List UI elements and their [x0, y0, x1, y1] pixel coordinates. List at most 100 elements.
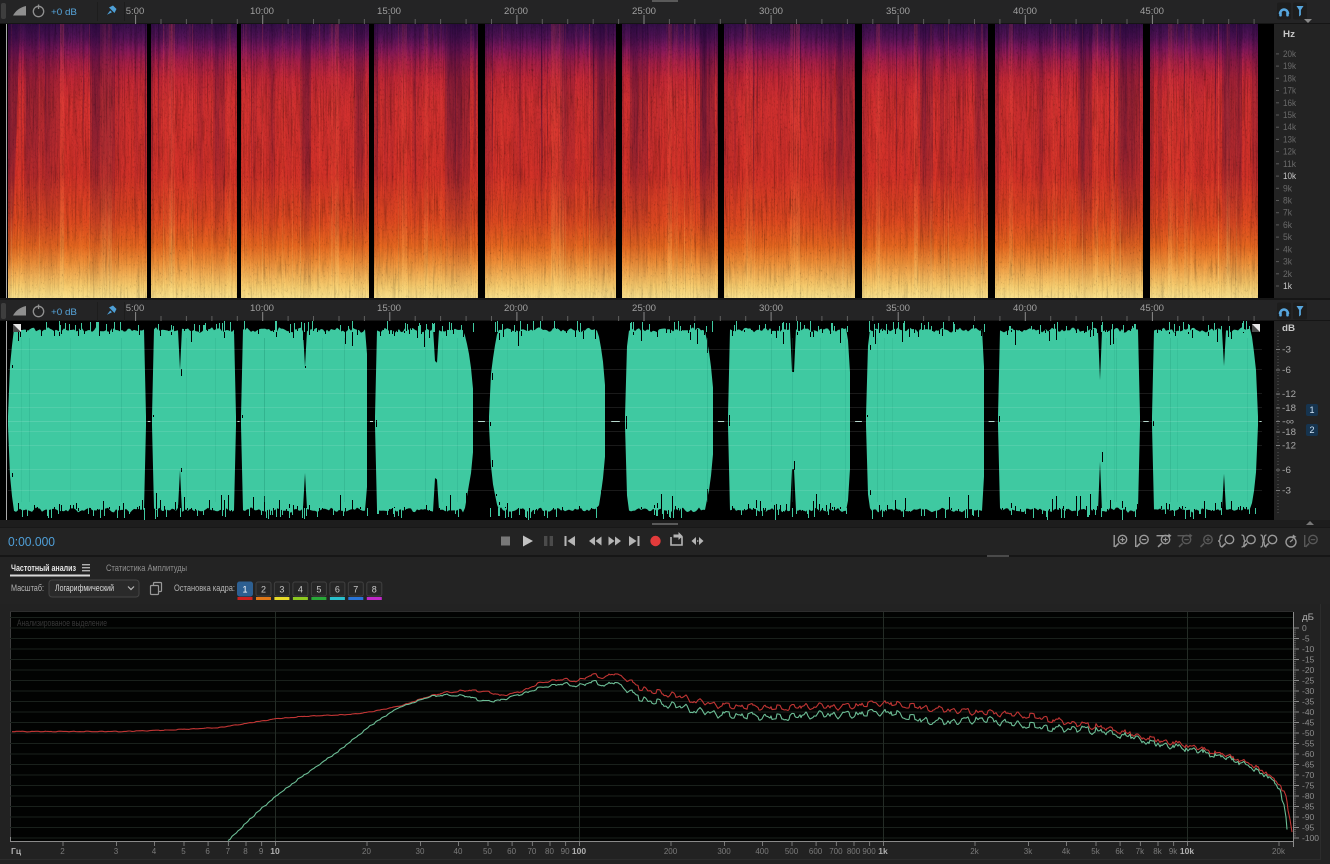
svg-text:-100: -100	[1302, 833, 1319, 843]
svg-text:11k: 11k	[1283, 159, 1296, 170]
svg-text:45:00: 45:00	[1140, 303, 1164, 314]
svg-text:20k: 20k	[1272, 847, 1286, 856]
svg-text:-35: -35	[1302, 697, 1315, 707]
svg-text:16k: 16k	[1283, 98, 1296, 109]
svg-text:35:00: 35:00	[886, 6, 910, 17]
svg-text:8: 8	[243, 847, 248, 856]
svg-text:-85: -85	[1302, 802, 1315, 812]
svg-text:17k: 17k	[1283, 86, 1296, 97]
svg-text:-50: -50	[1302, 728, 1315, 738]
svg-text:400: 400	[755, 847, 769, 856]
svg-text:-18: -18	[1282, 403, 1296, 414]
svg-text:3k: 3k	[1283, 257, 1292, 268]
svg-text:20:00: 20:00	[504, 303, 528, 314]
svg-text:1: 1	[242, 585, 247, 595]
svg-text:3: 3	[114, 847, 119, 856]
svg-text:20: 20	[362, 847, 371, 856]
svg-text:Hz: Hz	[1283, 29, 1295, 40]
svg-text:8k: 8k	[1153, 847, 1162, 856]
svg-text:-40: -40	[1302, 707, 1315, 717]
svg-text:80: 80	[545, 847, 554, 856]
svg-text:-12: -12	[1282, 441, 1296, 452]
svg-text:10:00: 10:00	[250, 6, 274, 17]
svg-text:2k: 2k	[1283, 269, 1292, 280]
svg-text:15:00: 15:00	[377, 6, 401, 17]
svg-text:30: 30	[416, 847, 425, 856]
svg-text:-45: -45	[1302, 718, 1315, 728]
svg-text:10:00: 10:00	[250, 303, 274, 314]
svg-text:-5: -5	[1302, 634, 1310, 644]
svg-text:40:00: 40:00	[1013, 303, 1037, 314]
svg-text:300: 300	[717, 847, 731, 856]
svg-text:4: 4	[152, 847, 157, 856]
svg-text:45:00: 45:00	[1140, 6, 1164, 17]
svg-text:5: 5	[181, 847, 186, 856]
svg-text:7k: 7k	[1283, 208, 1292, 219]
svg-text:9k: 9k	[1169, 847, 1178, 856]
svg-text:3k: 3k	[1024, 847, 1033, 856]
svg-text:100: 100	[572, 846, 586, 856]
svg-text:-60: -60	[1302, 749, 1315, 759]
svg-text:дБ: дБ	[1302, 612, 1314, 622]
svg-text:-6: -6	[1282, 465, 1291, 476]
svg-text:-55: -55	[1302, 739, 1315, 749]
svg-text:500: 500	[785, 847, 799, 856]
svg-text:-3: -3	[1282, 486, 1291, 497]
svg-text:1k: 1k	[878, 846, 888, 856]
svg-text:2: 2	[60, 847, 65, 856]
svg-text:6: 6	[205, 847, 210, 856]
svg-text:0: 0	[1302, 623, 1307, 633]
svg-text:30:00: 30:00	[759, 6, 783, 17]
svg-text:15:00: 15:00	[377, 303, 401, 314]
svg-text:5:00: 5:00	[126, 6, 145, 17]
svg-text:-70: -70	[1302, 770, 1315, 780]
svg-text:+0 dB: +0 dB	[51, 307, 77, 318]
svg-text:20k: 20k	[1283, 49, 1296, 60]
svg-text:6: 6	[335, 585, 340, 595]
svg-text:15k: 15k	[1283, 110, 1296, 121]
svg-text:8: 8	[372, 585, 377, 595]
svg-text:5: 5	[316, 585, 321, 595]
svg-text:3: 3	[279, 585, 284, 595]
svg-text:4: 4	[298, 585, 303, 595]
svg-text:1k: 1k	[1283, 281, 1292, 292]
svg-text:-18: -18	[1282, 427, 1296, 438]
svg-text:Анализированое выделение: Анализированое выделение	[17, 618, 107, 628]
svg-text:25:00: 25:00	[632, 6, 656, 17]
svg-text:50: 50	[483, 847, 492, 856]
svg-text:Масштаб:: Масштаб:	[11, 583, 44, 593]
svg-text:7: 7	[226, 847, 231, 856]
svg-text:-10: -10	[1302, 644, 1315, 654]
svg-text:90: 90	[561, 847, 570, 856]
svg-text:19k: 19k	[1283, 61, 1296, 72]
svg-text:13k: 13k	[1283, 134, 1296, 145]
svg-text:-80: -80	[1302, 791, 1315, 801]
svg-text:-65: -65	[1302, 760, 1315, 770]
svg-text:900: 900	[862, 847, 876, 856]
svg-text:700: 700	[829, 847, 843, 856]
svg-text:Логарифмический: Логарифмический	[55, 583, 114, 593]
svg-text:-15: -15	[1302, 655, 1315, 665]
svg-text:10: 10	[270, 846, 280, 856]
svg-text:Частотный анализ: Частотный анализ	[11, 563, 76, 573]
svg-text:200: 200	[664, 847, 678, 856]
svg-text:7k: 7k	[1136, 847, 1145, 856]
svg-text:25:00: 25:00	[632, 303, 656, 314]
svg-text:10k: 10k	[1180, 846, 1194, 856]
svg-text:-30: -30	[1302, 686, 1315, 696]
svg-text:-12: -12	[1282, 389, 1296, 400]
svg-text:40:00: 40:00	[1013, 6, 1037, 17]
svg-text:+0 dB: +0 dB	[51, 7, 77, 18]
svg-text:5k: 5k	[1283, 232, 1292, 243]
svg-text:70: 70	[527, 847, 536, 856]
svg-text:8k: 8k	[1283, 196, 1292, 207]
svg-text:-25: -25	[1302, 676, 1315, 686]
svg-text:4k: 4k	[1283, 244, 1292, 255]
svg-text:2k: 2k	[970, 847, 979, 856]
svg-text:6k: 6k	[1283, 220, 1292, 231]
svg-text:Остановка кадра:: Остановка кадра:	[174, 583, 235, 593]
svg-text:-75: -75	[1302, 781, 1315, 791]
svg-text:10k: 10k	[1283, 171, 1296, 182]
svg-text:18k: 18k	[1283, 73, 1296, 84]
svg-text:5:00: 5:00	[126, 303, 145, 314]
